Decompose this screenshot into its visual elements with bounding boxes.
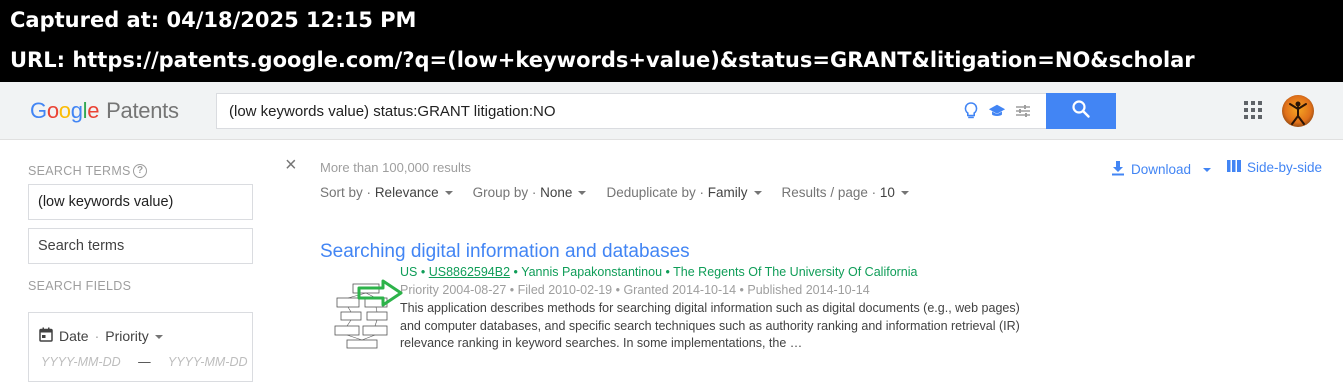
apps-icon[interactable]: [1244, 101, 1262, 119]
sort-by-select[interactable]: Sort by · Relevance: [320, 185, 453, 200]
captured-at-text: Captured at: 04/18/2025 12:15 PM: [10, 8, 417, 32]
chevron-down-icon: [578, 191, 587, 196]
lightbulb-icon[interactable]: [962, 102, 980, 120]
columns-icon: [1227, 160, 1241, 175]
result-options-bar: Sort by · Relevance Group by · None Dedu…: [320, 185, 929, 200]
logo-product-name: Patents: [106, 98, 179, 123]
close-panel-button[interactable]: ×: [285, 155, 297, 175]
search-icon: [1071, 99, 1091, 124]
separator: •: [420, 265, 426, 279]
logo-letter: G: [30, 98, 47, 123]
search-terms-input[interactable]: Search terms: [28, 228, 253, 264]
date-label: Date: [59, 328, 89, 344]
capture-banner: Captured at: 04/18/2025 12:15 PM URL: ht…: [0, 0, 1343, 82]
result-snippet: This application describes methods for s…: [400, 301, 1020, 350]
chevron-down-icon: [900, 191, 909, 196]
chevron-down-icon: [753, 191, 762, 196]
calendar-icon: [39, 327, 53, 345]
perpage-value: 10: [879, 185, 895, 200]
scholar-icon[interactable]: [988, 102, 1006, 120]
side-by-side-button[interactable]: Side-by-side: [1227, 160, 1322, 175]
result-assignee: The Regents Of The University Of Califor…: [673, 265, 918, 279]
logo-letter: o: [46, 98, 59, 123]
tune-icon[interactable]: [1014, 102, 1032, 120]
patent-number-link[interactable]: US8862594B2: [429, 265, 510, 279]
search-term-chip[interactable]: (low keywords value): [28, 184, 253, 220]
perpage-label: Results / page: [781, 185, 868, 200]
date-filter: Date · Priority YYYY-MM-DD — YYYY-MM-DD: [28, 312, 253, 382]
search-term-value: (low keywords value): [38, 194, 174, 210]
result-title-link[interactable]: Searching digital information and databa…: [320, 241, 690, 263]
search-input[interactable]: (low keywords value) status:GRANT litiga…: [216, 93, 1046, 129]
annotation-arrow-icon: [357, 279, 403, 307]
date-range-inputs: YYYY-MM-DD — YYYY-MM-DD: [41, 355, 248, 369]
result-inventor: Yannis Papakonstantinou: [521, 265, 663, 279]
date-separator: ·: [94, 328, 100, 344]
download-label: Download: [1131, 162, 1192, 177]
group-value: None: [540, 185, 573, 200]
search-query-text[interactable]: (low keywords value) status:GRANT litiga…: [229, 103, 556, 120]
google-patents-logo[interactable]: Google Patents: [30, 98, 179, 124]
dedup-value: Family: [707, 185, 748, 200]
date-from-input[interactable]: YYYY-MM-DD: [41, 355, 121, 369]
separator: ·: [699, 185, 705, 200]
separator: ·: [531, 185, 537, 200]
sort-value: Relevance: [374, 185, 439, 200]
deduplicate-select[interactable]: Deduplicate by · Family: [606, 185, 762, 200]
side-by-side-label: Side-by-side: [1247, 160, 1323, 175]
logo-letter: o: [58, 98, 71, 123]
download-icon: [1111, 160, 1125, 179]
search-terms-placeholder: Search terms: [38, 238, 125, 254]
search-fields-label: SEARCH FIELDS: [28, 279, 132, 293]
sort-label: Sort by: [320, 185, 363, 200]
search-button[interactable]: [1046, 93, 1116, 129]
download-button[interactable]: Download: [1111, 160, 1212, 179]
separator: ·: [871, 185, 877, 200]
result-dates: Priority 2004-08-27 • Filed 2010-02-19 •…: [400, 283, 870, 297]
group-label: Group by: [472, 185, 529, 200]
results-per-page-select[interactable]: Results / page · 10: [782, 185, 909, 200]
separator: ·: [366, 185, 372, 200]
search-options: [962, 102, 1032, 120]
date-filter-row[interactable]: Date · Priority: [39, 327, 163, 345]
separator: •: [665, 265, 670, 279]
help-icon[interactable]: ?: [133, 164, 147, 178]
result-country: US: [400, 265, 418, 279]
date-type-value: Priority: [105, 328, 149, 344]
group-by-select[interactable]: Group by · None: [473, 185, 587, 200]
result-count: More than 100,000 results: [320, 160, 472, 175]
avatar[interactable]: [1282, 95, 1314, 127]
date-range-dash: —: [138, 355, 151, 369]
date-to-input[interactable]: YYYY-MM-DD: [168, 355, 248, 369]
logo-letter: g: [70, 98, 83, 123]
dedup-label: Deduplicate by: [606, 185, 696, 200]
logo-letter: e: [87, 98, 100, 123]
captured-url-text: URL: https://patents.google.com/?q=(low+…: [10, 48, 1195, 72]
chevron-down-icon: [1203, 167, 1212, 172]
chevron-down-icon: [154, 335, 163, 340]
separator: •: [513, 265, 518, 279]
date-type-select[interactable]: Priority: [105, 328, 163, 344]
top-header: Google Patents (low keywords value) statu…: [0, 82, 1343, 140]
result-meta: US • US8862594B2 • Yannis Papakonstantin…: [400, 265, 917, 279]
chevron-down-icon: [444, 191, 453, 196]
search-terms-label: SEARCH TERMS: [28, 164, 131, 178]
